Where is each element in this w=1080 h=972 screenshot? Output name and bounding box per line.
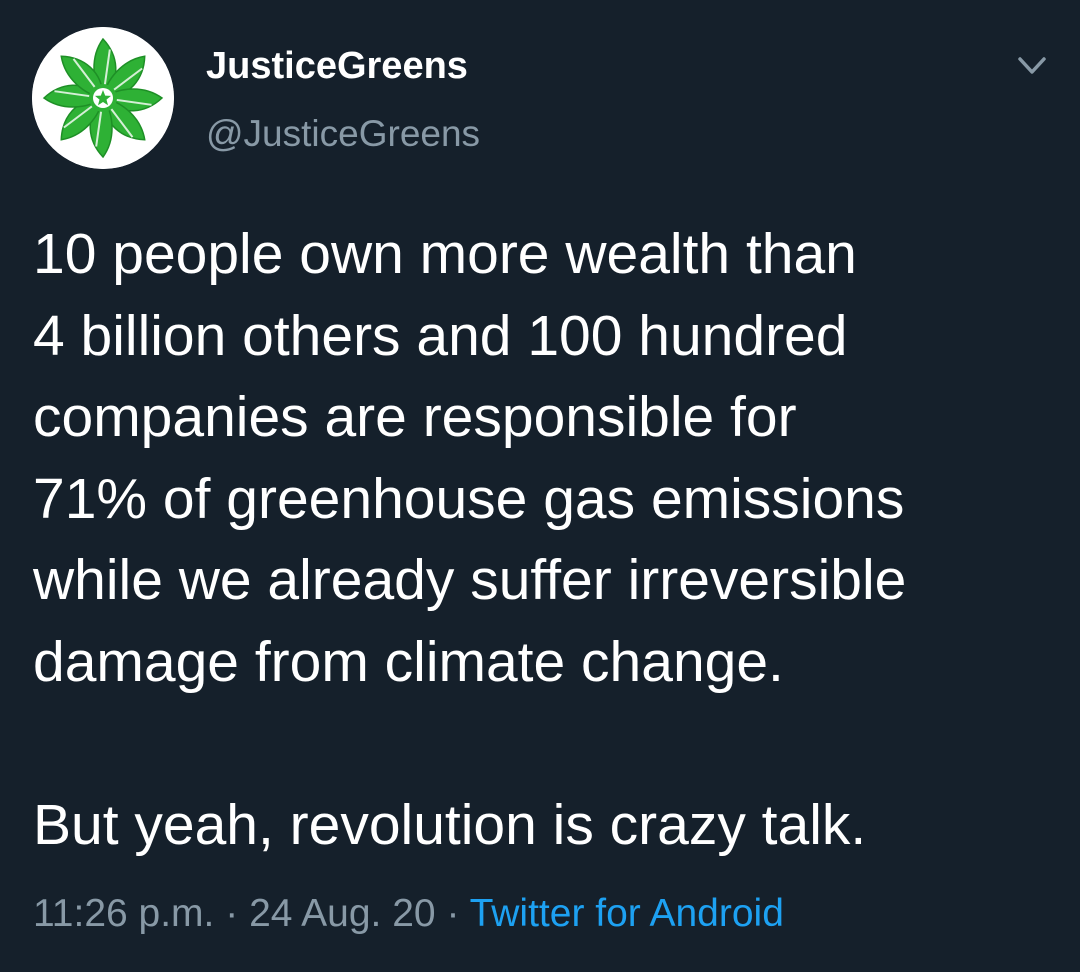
tweet-text-line: damage from climate change. — [33, 629, 784, 694]
tweet-text-line: 71% of greenhouse gas emissions — [33, 466, 905, 531]
display-name[interactable]: JusticeGreens — [206, 42, 468, 90]
tweet-text-line: companies are responsible for — [33, 385, 797, 449]
paragraph-break — [33, 703, 1063, 785]
separator: · — [446, 892, 460, 935]
tweet: JusticeGreens @JusticeGreens 10 people o… — [0, 0, 1080, 972]
tweet-source-link[interactable]: Twitter for Android — [470, 892, 784, 935]
user-handle[interactable]: @JusticeGreens — [206, 110, 480, 158]
green-flower-logo-icon — [32, 27, 174, 169]
tweet-text: 10 people own more wealth than 4 billion… — [33, 214, 1063, 866]
tweet-time[interactable]: 11:26 p.m. — [33, 892, 214, 935]
tweet-date[interactable]: 24 Aug. 20 — [249, 892, 436, 935]
avatar[interactable] — [32, 27, 174, 169]
tweet-text-line: 10 people own more wealth than — [33, 222, 857, 286]
tweet-text-line: 4 billion others and 100 hundred — [33, 303, 848, 368]
tweet-text-line: while we already suffer irreversible — [33, 548, 907, 612]
tweet-metadata: 11:26 p.m. · 24 Aug. 20 · Twitter for An… — [33, 888, 784, 940]
separator: · — [225, 892, 239, 935]
tweet-closing-line: But yeah, revolution is crazy talk. — [33, 792, 867, 857]
chevron-down-icon[interactable] — [1012, 48, 1052, 84]
